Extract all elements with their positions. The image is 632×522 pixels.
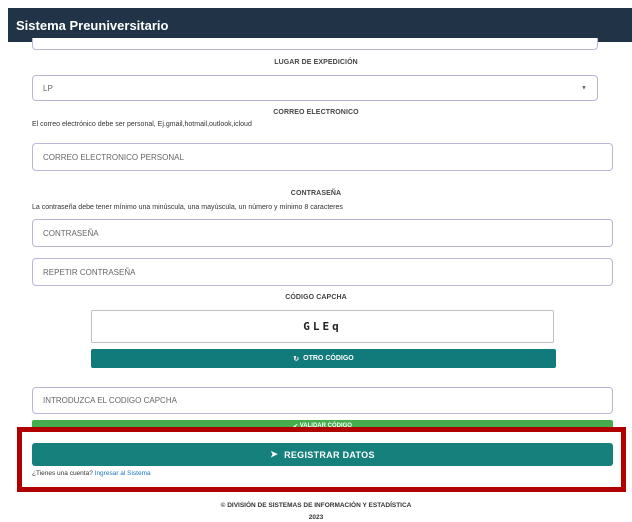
password-field[interactable]: CONTRASEÑA: [32, 219, 613, 247]
email-field[interactable]: CORREO ELECTRONICO PERSONAL: [32, 143, 613, 171]
lugar-expedicion-select[interactable]: LP ▼: [32, 75, 598, 101]
captcha-input-placeholder: INTRODUZCA EL CODIGO CAPCHA: [43, 396, 177, 405]
other-code-button[interactable]: ↻ OTRO CÓDIGO: [91, 349, 556, 368]
refresh-icon: ↻: [293, 355, 300, 363]
captcha-code: GLEq: [91, 310, 554, 343]
register-button[interactable]: ➤ REGISTRAR DATOS: [32, 443, 613, 466]
repeat-password-field[interactable]: REPETIR CONTRASEÑA: [32, 258, 613, 286]
login-link[interactable]: Ingresar al Sistema: [95, 470, 151, 477]
captcha-label: CÓDIGO CAPCHA: [285, 294, 347, 301]
other-code-label: OTRO CÓDIGO: [303, 355, 354, 362]
contrasena-hint: La contraseña debe tener mínimo una minú…: [32, 204, 343, 211]
send-icon: ➤: [270, 449, 279, 459]
email-placeholder: CORREO ELECTRONICO PERSONAL: [43, 152, 184, 162]
footer-year: 2023: [308, 514, 324, 521]
lugar-expedicion-value: LP: [43, 83, 53, 93]
repeat-password-placeholder: REPETIR CONTRASEÑA: [43, 267, 136, 277]
account-question: ¿Tienes una cuenta?: [32, 470, 93, 477]
footer-division: © DIVISIÓN DE SISTEMAS DE INFORMACIÓN Y …: [220, 502, 412, 509]
lugar-expedicion-label: LUGAR DE EXPEDICIÓN: [274, 59, 358, 66]
correo-hint: El correo electrónico debe ser personal,…: [32, 121, 252, 128]
register-label: REGISTRAR DATOS: [284, 449, 375, 460]
previous-field[interactable]: [32, 38, 598, 50]
app-title: Sistema Preuniversitario: [16, 17, 169, 33]
account-line: ¿Tienes una cuenta? Ingresar al Sistema: [32, 470, 151, 477]
correo-label: CORREO ELECTRONICO: [273, 109, 359, 116]
captcha-input[interactable]: INTRODUZCA EL CODIGO CAPCHA: [32, 387, 613, 414]
chevron-down-icon: ▼: [581, 85, 587, 92]
app-header: Sistema Preuniversitario: [8, 8, 632, 42]
contrasena-label: CONTRASEÑA: [290, 190, 342, 197]
password-placeholder: CONTRASEÑA: [43, 228, 99, 238]
